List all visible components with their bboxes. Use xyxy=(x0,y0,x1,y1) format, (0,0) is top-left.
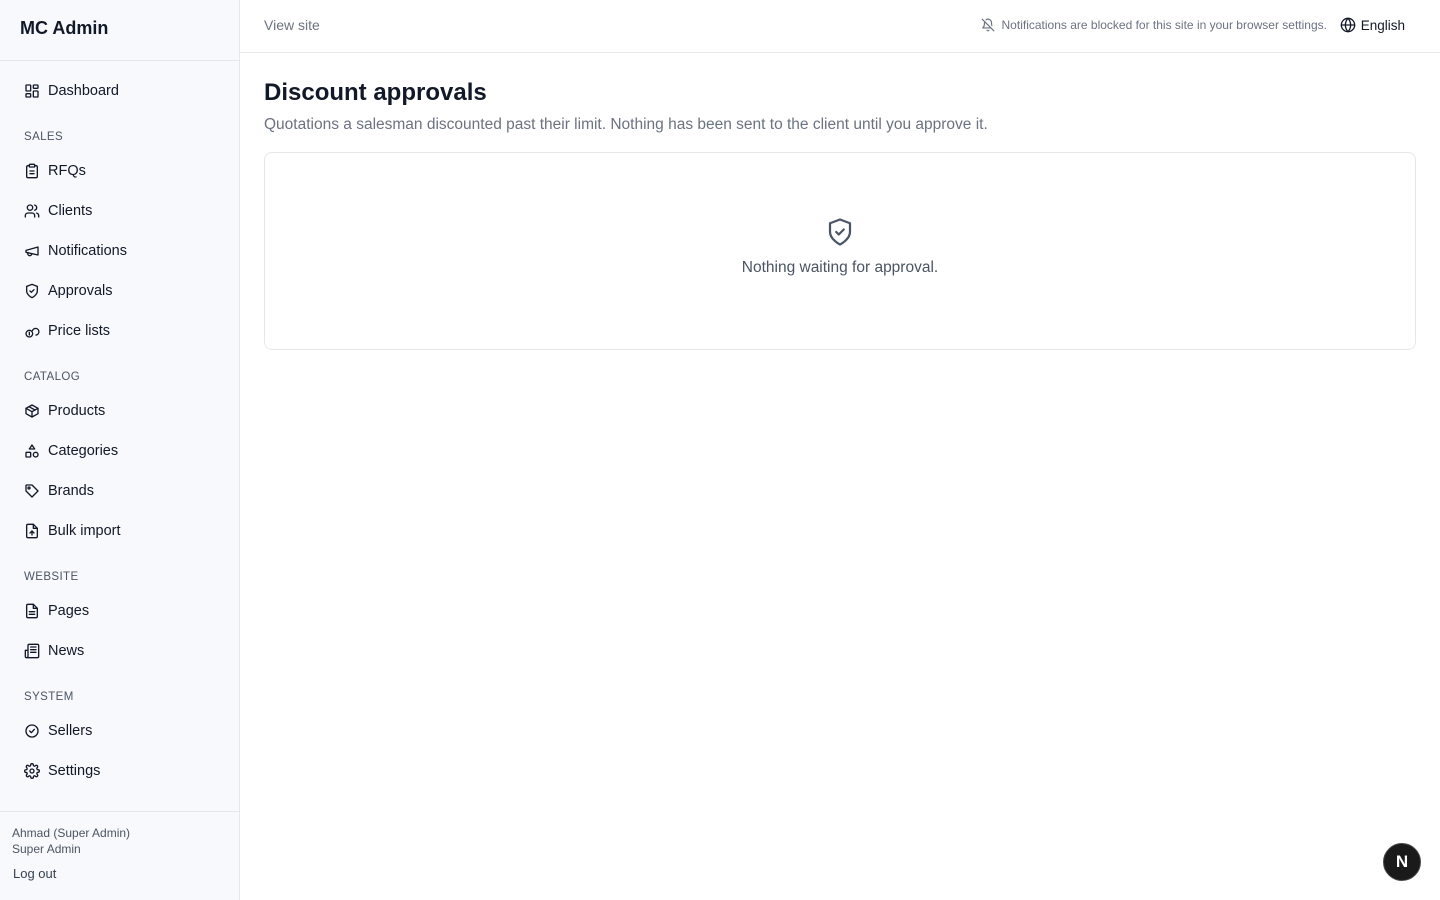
page-subtitle: Quotations a salesman discounted past th… xyxy=(264,116,988,133)
bell-off-icon xyxy=(981,18,995,32)
sidebar-item-news[interactable]: News xyxy=(0,631,239,671)
page-title: Discount approvals xyxy=(264,79,487,106)
sidebar-item-label: News xyxy=(48,643,85,659)
megaphone-icon xyxy=(24,243,40,259)
sidebar-item-label: Pages xyxy=(48,603,90,619)
dev-tools-badge[interactable]: N xyxy=(1383,843,1421,881)
shield-check-icon xyxy=(825,217,855,247)
users-icon xyxy=(24,203,40,219)
sidebar-item-approvals[interactable]: Approvals xyxy=(0,271,239,311)
notification-notice: Notifications are blocked for this site … xyxy=(981,18,1327,32)
gear-icon xyxy=(24,763,40,779)
section-label-system: SYSTEM xyxy=(24,691,74,703)
sidebar-item-label: Price lists xyxy=(48,323,111,339)
empty-state-card: Nothing waiting for approval. xyxy=(264,152,1416,350)
dashboard-icon xyxy=(24,83,40,99)
language-label: English xyxy=(1360,17,1405,33)
sidebar-item-label: Dashboard xyxy=(48,83,119,99)
empty-state-text: Nothing waiting for approval. xyxy=(741,259,939,276)
view-site-link[interactable]: View site xyxy=(264,17,320,33)
section-label-sales: SALES xyxy=(24,131,64,143)
shapes-icon xyxy=(24,443,40,459)
sidebar-item-products[interactable]: Products xyxy=(0,391,239,431)
user-name: Ahmad (Super Admin) xyxy=(12,826,131,840)
sidebar-item-bulk-import[interactable]: Bulk import xyxy=(0,511,239,551)
sidebar-item-rfqs[interactable]: RFQs xyxy=(0,151,239,191)
sidebar-item-label: Brands xyxy=(48,483,94,499)
logout-link[interactable]: Log out xyxy=(13,866,227,881)
sidebar-item-label: Sellers xyxy=(48,723,93,739)
topbar: View site Notifications are blocked for … xyxy=(240,0,1440,53)
sidebar-item-notifications[interactable]: Notifications xyxy=(0,231,239,271)
badge-check-icon xyxy=(24,723,40,739)
sidebar-item-settings[interactable]: Settings xyxy=(0,751,239,791)
package-icon xyxy=(24,403,40,419)
sidebar-item-label: Categories xyxy=(48,443,119,459)
newspaper-icon xyxy=(24,643,40,659)
sidebar-item-pages[interactable]: Pages xyxy=(0,591,239,631)
app-title: MC Admin xyxy=(0,0,239,61)
user-role: Super Admin xyxy=(12,842,81,856)
coins-icon xyxy=(24,323,40,339)
sidebar-footer: Ahmad (Super Admin) Super Admin Log out xyxy=(0,811,239,900)
file-text-icon xyxy=(24,603,40,619)
sidebar-item-label: Products xyxy=(48,403,106,419)
section-label-website: WEBSITE xyxy=(24,571,79,583)
sidebar-item-label: Clients xyxy=(48,203,93,219)
sidebar-item-categories[interactable]: Categories xyxy=(0,431,239,471)
sidebar-item-brands[interactable]: Brands xyxy=(0,471,239,511)
file-upload-icon xyxy=(24,523,40,539)
sidebar-item-label: Bulk import xyxy=(48,523,121,539)
clipboard-icon xyxy=(24,163,40,179)
notification-notice-text: Notifications are blocked for this site … xyxy=(1001,18,1327,32)
sidebar-item-clients[interactable]: Clients xyxy=(0,191,239,231)
language-selector[interactable]: English xyxy=(1340,17,1405,33)
sidebar-item-label: Settings xyxy=(48,763,101,779)
sidebar-nav: Dashboard SALES RFQs Clients Notificatio… xyxy=(0,61,239,791)
sidebar-item-price-lists[interactable]: Price lists xyxy=(0,311,239,351)
sidebar-item-label: Approvals xyxy=(48,283,113,299)
section-label-catalog: CATALOG xyxy=(24,371,81,383)
sidebar-item-dashboard[interactable]: Dashboard xyxy=(0,71,239,111)
sidebar-item-label: Notifications xyxy=(48,243,127,259)
sidebar-item-sellers[interactable]: Sellers xyxy=(0,711,239,751)
sidebar-item-label: RFQs xyxy=(48,163,86,179)
tag-icon xyxy=(24,483,40,499)
shield-check-icon xyxy=(24,283,40,299)
main-content: Discount approvals Quotations a salesman… xyxy=(264,53,1416,350)
sidebar: MC Admin Dashboard SALES RFQs Clients No… xyxy=(0,0,240,900)
globe-icon xyxy=(1340,17,1356,33)
